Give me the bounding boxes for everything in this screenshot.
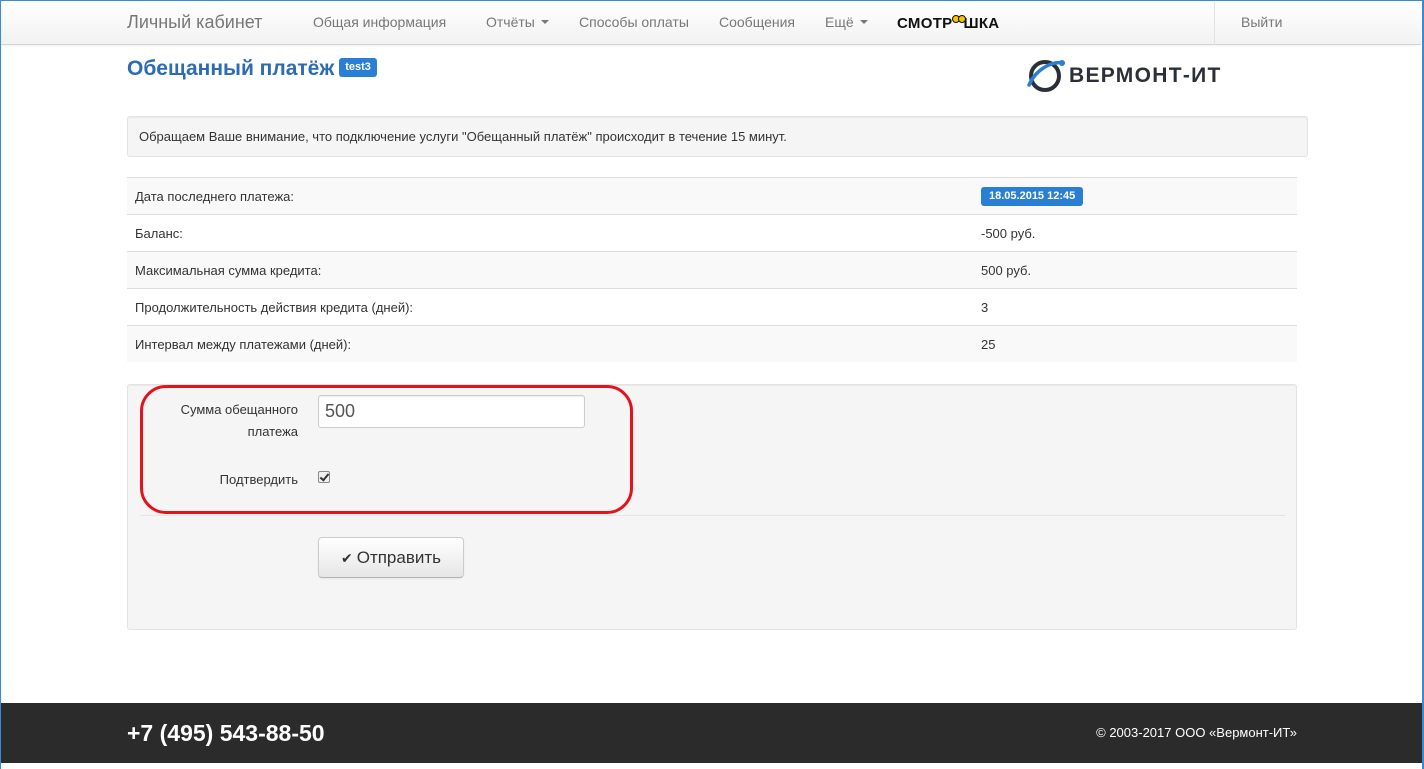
- navbar-divider: [1214, 2, 1215, 45]
- nav-item-general-info[interactable]: Общая информация: [313, 1, 446, 44]
- detail-label: Баланс:: [127, 214, 981, 252]
- page-title: Обещанный платёж test3: [127, 57, 377, 81]
- amount-label-line1: Сумма обещанного: [180, 402, 298, 417]
- bottom-strip: [1, 763, 1422, 769]
- footer-copyright: © 2003-2017 ООО «Вермонт-ИТ»: [1096, 725, 1297, 740]
- table-row: Интервал между платежами (дней): 25: [127, 325, 1297, 362]
- detail-label: Интервал между платежами (дней):: [127, 325, 981, 362]
- notice-well: Обращаем Ваше внимание, что подключение …: [127, 116, 1308, 157]
- table-row: Баланс: -500 руб.: [127, 214, 1297, 252]
- form-divider: [140, 515, 1285, 516]
- detail-value: 18.05.2015 12:45: [981, 177, 1297, 215]
- nav-item-messages[interactable]: Сообщения: [719, 1, 795, 44]
- submit-button[interactable]: ✔ Отправить: [318, 537, 464, 578]
- nav-item-reports-label: Отчёты: [486, 14, 535, 30]
- smotreshka-logo[interactable]: СМОТР ШКА: [897, 15, 999, 33]
- company-logo-text: ВЕРМОНТ-ИТ: [1069, 64, 1222, 87]
- footer: +7 (495) 543-88-50 © 2003-2017 ООО «Верм…: [1, 703, 1422, 763]
- nav-item-more[interactable]: Ещё: [825, 1, 868, 44]
- navbar-brand[interactable]: Личный кабинет: [127, 1, 262, 44]
- details-table: Дата последнего платежа: 18.05.2015 12:4…: [127, 177, 1297, 362]
- top-navbar: Личный кабинет Общая информация Отчёты С…: [1, 1, 1421, 45]
- nav-item-payment-methods[interactable]: Способы оплаты: [579, 1, 689, 44]
- table-row: Дата последнего платежа: 18.05.2015 12:4…: [127, 177, 1297, 215]
- eyes-icon: [952, 15, 967, 28]
- nav-item-more-label: Ещё: [825, 14, 854, 30]
- caret-down-icon: [540, 20, 549, 25]
- footer-phone: +7 (495) 543-88-50: [127, 720, 325, 746]
- detail-label: Продолжительность действия кредита (дней…: [127, 288, 981, 326]
- table-row: Продолжительность действия кредита (дней…: [127, 288, 1297, 326]
- detail-value: -500 руб.: [981, 214, 1297, 252]
- page-title-text: Обещанный платёж: [127, 57, 335, 80]
- promised-payment-form: [127, 384, 1297, 630]
- orbit-logo-icon: [1027, 60, 1065, 92]
- user-badge: test3: [339, 57, 377, 77]
- amount-label: Сумма обещанного платежа: [150, 399, 298, 443]
- check-icon: ✔: [340, 549, 353, 566]
- confirm-checkbox[interactable]: [318, 471, 330, 483]
- detail-label: Дата последнего платежа:: [127, 177, 981, 215]
- smotreshka-logo-prefix: СМОТР: [897, 15, 953, 32]
- smotreshka-logo-suffix: ШКА: [963, 15, 1000, 32]
- last-payment-date-badge: 18.05.2015 12:45: [981, 186, 1084, 206]
- confirm-label: Подтвердить: [219, 472, 298, 487]
- detail-value: 25: [981, 325, 1297, 362]
- table-row: Максимальная сумма кредита: 500 руб.: [127, 251, 1297, 289]
- company-logo: ВЕРМОНТ-ИТ: [1026, 55, 1222, 97]
- detail-label: Максимальная сумма кредита:: [127, 251, 981, 289]
- logout-link[interactable]: Выйти: [1241, 1, 1282, 44]
- amount-input[interactable]: [318, 395, 585, 428]
- caret-down-icon: [859, 20, 868, 25]
- detail-value: 3: [981, 288, 1297, 326]
- amount-label-line2: платежа: [247, 424, 298, 439]
- nav-item-reports[interactable]: Отчёты: [486, 1, 549, 44]
- submit-button-label: Отправить: [356, 547, 442, 567]
- detail-value: 500 руб.: [981, 251, 1297, 289]
